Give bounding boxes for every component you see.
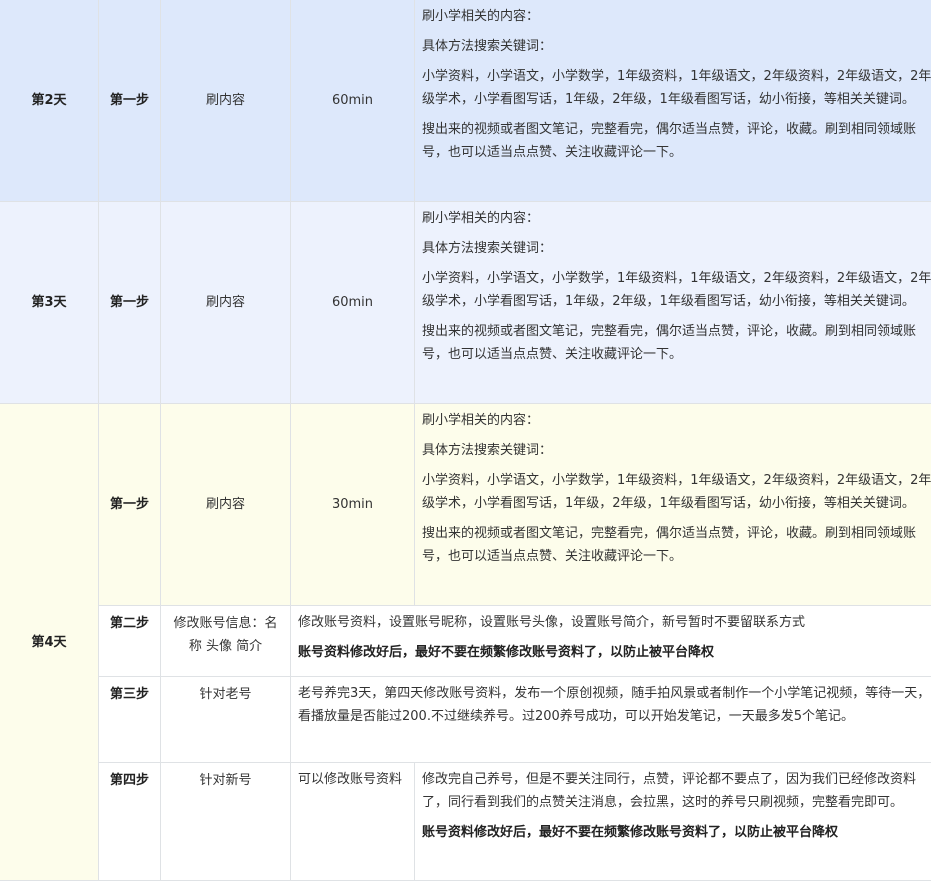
schedule-table: 第2天 第一步 刷内容 60min 刷小学相关的内容： 具体方法搜索关键词： 小… (0, 0, 931, 881)
content-line: 刷小学相关的内容： (422, 5, 931, 28)
task-label: 针对新号 (161, 763, 291, 881)
content-line: 刷小学相关的内容： (422, 409, 931, 432)
duration-label: 60min (291, 202, 415, 404)
day-label: 第4天 (0, 404, 99, 881)
duration-label: 30min (291, 404, 415, 606)
row-day-2: 第2天 第一步 刷内容 60min 刷小学相关的内容： 具体方法搜索关键词： 小… (0, 0, 931, 202)
row-day-4-step-1: 第4天 第一步 刷内容 30min 刷小学相关的内容： 具体方法搜索关键词： 小… (0, 404, 931, 606)
row-day-4-step-3: 第三步 针对老号 老号养完3天，第四天修改账号资料，发布一个原创视频，随手拍风景… (0, 677, 931, 763)
row-day-3: 第3天 第一步 刷内容 60min 刷小学相关的内容： 具体方法搜索关键词： 小… (0, 202, 931, 404)
content-line: 修改完自己养号，但是不要关注同行，点赞，评论都不要点了，因为我们已经修改资料了，… (422, 768, 931, 814)
step-label: 第三步 (99, 677, 161, 763)
warning-note: 账号资料修改好后，最好不要在频繁修改账号资料了，以防止被平台降权 (298, 641, 931, 664)
content-line: 具体方法搜索关键词： (422, 439, 931, 462)
task-label: 刷内容 (161, 0, 291, 202)
task-label: 针对老号 (161, 677, 291, 763)
step-label: 第四步 (99, 763, 161, 881)
content-line: 小学资料，小学语文，小学数学，1年级资料，1年级语文，2年级资料，2年级语文，2… (422, 469, 931, 515)
duration-label: 60min (291, 0, 415, 202)
task-content: 刷小学相关的内容： 具体方法搜索关键词： 小学资料，小学语文，小学数学，1年级资… (415, 404, 931, 606)
task-content: 修改账号资料，设置账号昵称，设置账号头像，设置账号简介，新号暂时不要留联系方式 … (291, 606, 931, 677)
content-line: 小学资料，小学语文，小学数学，1年级资料，1年级语文，2年级资料，2年级语文，2… (422, 65, 931, 111)
task-content: 刷小学相关的内容： 具体方法搜索关键词： 小学资料，小学语文，小学数学，1年级资… (415, 0, 931, 202)
content-line: 具体方法搜索关键词： (422, 35, 931, 58)
day-label: 第3天 (0, 202, 99, 404)
step-label: 第二步 (99, 606, 161, 677)
content-line: 刷小学相关的内容： (422, 207, 931, 230)
warning-note: 账号资料修改好后，最好不要在频繁修改账号资料了，以防止被平台降权 (422, 821, 931, 844)
content-line: 搜出来的视频或者图文笔记，完整看完，偶尔适当点赞，评论，收藏。刷到相同领域账号，… (422, 118, 931, 164)
content-line: 修改账号资料，设置账号昵称，设置账号头像，设置账号简介，新号暂时不要留联系方式 (298, 611, 931, 634)
task-label: 刷内容 (161, 404, 291, 606)
step-label: 第一步 (99, 202, 161, 404)
task-content: 修改完自己养号，但是不要关注同行，点赞，评论都不要点了，因为我们已经修改资料了，… (415, 763, 931, 881)
row-day-4-step-4: 第四步 针对新号 可以修改账号资料 修改完自己养号，但是不要关注同行，点赞，评论… (0, 763, 931, 881)
task-label: 刷内容 (161, 202, 291, 404)
content-line: 搜出来的视频或者图文笔记，完整看完，偶尔适当点赞，评论，收藏。刷到相同领域账号，… (422, 522, 931, 568)
step-label: 第一步 (99, 404, 161, 606)
content-line: 具体方法搜索关键词： (422, 237, 931, 260)
task-content: 刷小学相关的内容： 具体方法搜索关键词： 小学资料，小学语文，小学数学，1年级资… (415, 202, 931, 404)
day-label: 第2天 (0, 0, 99, 202)
content-line: 搜出来的视频或者图文笔记，完整看完，偶尔适当点赞，评论，收藏。刷到相同领域账号，… (422, 320, 931, 366)
task-sub-note: 可以修改账号资料 (291, 763, 415, 881)
row-day-4-step-2: 第二步 修改账号信息：名称 头像 简介 修改账号资料，设置账号昵称，设置账号头像… (0, 606, 931, 677)
content-line: 老号养完3天，第四天修改账号资料，发布一个原创视频，随手拍风景或者制作一个小学笔… (298, 682, 931, 728)
step-label: 第一步 (99, 0, 161, 202)
content-line: 小学资料，小学语文，小学数学，1年级资料，1年级语文，2年级资料，2年级语文，2… (422, 267, 931, 313)
task-label: 修改账号信息：名称 头像 简介 (161, 606, 291, 677)
task-content: 老号养完3天，第四天修改账号资料，发布一个原创视频，随手拍风景或者制作一个小学笔… (291, 677, 931, 763)
